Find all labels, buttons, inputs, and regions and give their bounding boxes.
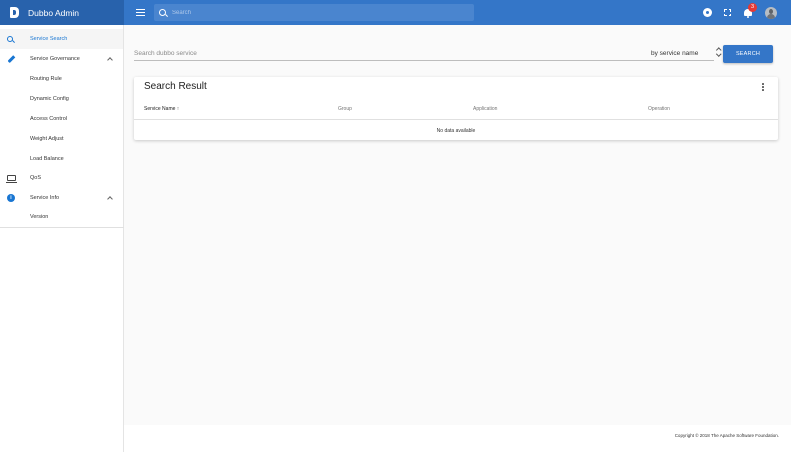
card-title: Search Result [144, 81, 207, 92]
sidebar-item-label: Access Control [30, 116, 67, 122]
table-header: Service Name ↑ Group Application Operati… [134, 99, 778, 120]
sidebar-item-label: Service Info [30, 195, 60, 201]
sidebar-item-access-control[interactable]: Access Control [0, 109, 123, 129]
laptop-icon [6, 175, 17, 183]
column-header-operation[interactable]: Operation [648, 106, 670, 112]
sidebar-divider [0, 227, 124, 228]
avatar[interactable] [765, 6, 777, 19]
sidebar-item-label: Service Search [30, 36, 68, 42]
search-by-select[interactable]: by service name [651, 50, 698, 57]
search-icon [159, 9, 166, 16]
info-icon: i [7, 194, 15, 202]
toolbar-actions: 3 [703, 0, 777, 25]
empty-table-message: No data available [436, 127, 476, 134]
app-bar: Dubbo Admin 3 [0, 0, 791, 25]
copyright-text: Copyright © 2018 The Apache Software Fou… [674, 433, 779, 438]
top-search-input[interactable] [172, 9, 452, 16]
sidebar-item-service-info[interactable]: i Service Info [0, 188, 123, 208]
sidebar-item-load-balance[interactable]: Load Balance [0, 149, 123, 169]
sidebar-item-label: Load Balance [30, 156, 64, 162]
pencil-icon [7, 55, 15, 63]
menu-icon[interactable] [136, 9, 145, 16]
sidebar-item-label: Weight Adjust [30, 136, 64, 142]
search-icon [7, 36, 13, 42]
column-header-service-name[interactable]: Service Name ↑ [144, 106, 179, 112]
footer: Copyright © 2018 The Apache Software Fou… [124, 425, 791, 452]
column-header-group[interactable]: Group [338, 106, 352, 112]
sidebar-item-label: Version [30, 214, 49, 220]
sidebar-item-label: QoS [30, 175, 42, 181]
chevron-up-icon[interactable] [107, 196, 113, 202]
service-search-field: by service name [134, 47, 714, 61]
service-search-input[interactable] [134, 50, 574, 57]
sidebar-item-version[interactable]: Version [0, 207, 123, 227]
brand[interactable]: Dubbo Admin [0, 0, 124, 25]
chevron-up-icon[interactable] [107, 57, 113, 63]
sidebar-item-label: Service Governance [30, 56, 80, 62]
sidebar-item-qos[interactable]: QoS [0, 168, 123, 188]
dubbo-logo-icon [10, 7, 19, 18]
sidebar-item-service-governance[interactable]: Service Governance [0, 49, 123, 69]
select-arrows-icon[interactable] [716, 47, 722, 57]
fullscreen-icon[interactable] [724, 9, 731, 16]
search-button[interactable]: SEARCH [723, 45, 773, 63]
more-vert-icon[interactable] [762, 83, 764, 91]
sidebar-item-weight-adjust[interactable]: Weight Adjust [0, 129, 123, 149]
sidebar: Service Search Service Governance Routin… [0, 25, 124, 452]
sidebar-item-routing-rule[interactable]: Routing Rule [0, 69, 123, 89]
notification-badge: 3 [748, 2, 757, 12]
top-search-box [154, 4, 474, 21]
sidebar-item-label: Routing Rule [30, 76, 62, 82]
app-title: Dubbo Admin [28, 7, 80, 18]
column-header-application[interactable]: Application [473, 106, 497, 112]
sidebar-item-label: Dynamic Config [30, 96, 69, 102]
main-content: by service name SEARCH Search Result Ser… [124, 25, 791, 425]
sidebar-item-service-search[interactable]: Service Search [0, 29, 123, 49]
notifications-button[interactable]: 3 [743, 2, 757, 18]
gear-icon[interactable] [703, 8, 712, 17]
search-result-card: Search Result Service Name ↑ Group Appli… [134, 77, 778, 140]
sidebar-item-dynamic-config[interactable]: Dynamic Config [0, 89, 123, 109]
